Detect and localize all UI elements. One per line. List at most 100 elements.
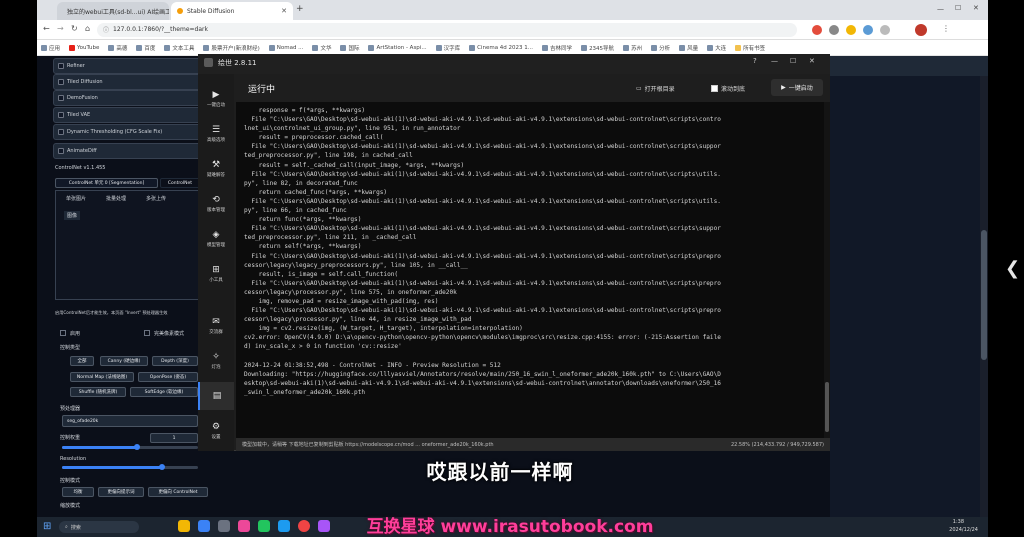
sidebar-item-launch[interactable]: ▶ 一键启动	[198, 85, 234, 113]
auto-scroll-checkbox[interactable]: 滚动到底	[711, 81, 745, 95]
sidebar-item-troubleshoot[interactable]: ⚒ 疑难解答	[198, 155, 234, 183]
close-icon[interactable]: ✕	[281, 7, 287, 15]
control-type-shuffle[interactable]: Shuffle (随机洗牌)	[70, 387, 126, 397]
console-output[interactable]: response = f(*args, **kwargs) File "C:\U…	[236, 102, 824, 438]
control-type-canny[interactable]: Canny (硬边缘)	[100, 356, 148, 366]
control-type-openpose[interactable]: OpenPose (姿态)	[138, 372, 198, 382]
resolution-slider[interactable]	[62, 464, 198, 470]
clock-date: 2024/12/24	[949, 527, 978, 533]
control-type-depth[interactable]: Depth (深度)	[152, 356, 198, 366]
demofusion-checkbox[interactable]: DemoFusion	[53, 90, 201, 106]
console-line: File "C:\Users\GAO\Desktop\sd-webui-aki(…	[244, 225, 721, 233]
taskbar-app-icon[interactable]	[278, 520, 290, 532]
home-icon[interactable]: ⌂	[85, 24, 90, 33]
reload-icon[interactable]: ↻	[71, 24, 78, 33]
sidebar-item-settings[interactable]: ⚙ 设置	[198, 417, 234, 445]
bookmark-item[interactable]: 百度	[136, 44, 155, 52]
tab-batch[interactable]: 批量处理	[106, 195, 126, 202]
avatar[interactable]	[915, 24, 927, 36]
menu-icon[interactable]: ⋮	[942, 24, 950, 33]
taskbar-search[interactable]: ⌕ 搜索	[59, 521, 139, 533]
bookmark-item[interactable]: YouTube	[69, 44, 99, 51]
taskbar-app-icon[interactable]	[318, 520, 330, 532]
bookmark-item[interactable]: 所有书签	[735, 44, 765, 52]
sidebar-item-models[interactable]: ◈ 模型管理	[198, 225, 234, 253]
window-minimize-icon[interactable]: —	[937, 5, 944, 13]
taskbar-app-icon[interactable]	[298, 520, 310, 532]
launch-button[interactable]: ▶ 一键启动	[771, 79, 823, 96]
bookmark-item[interactable]: 大连	[707, 44, 726, 52]
bookmark-item[interactable]: ArtStation - Aspi...	[368, 44, 427, 51]
enable-checkbox[interactable]	[60, 330, 66, 336]
sidebar-item-tools[interactable]: ⊞ 小工具	[198, 260, 234, 288]
sidebar-item-console[interactable]: ▤	[198, 382, 234, 410]
control-type-softedge[interactable]: SoftEdge (软边缘)	[130, 387, 198, 397]
sidebar-item-version[interactable]: ⟲ 版本管理	[198, 190, 234, 218]
browser-tab-1[interactable]: 独立的webui工具(sd-bl...ui) AI绘画工... ✕	[57, 2, 169, 20]
bookmark-item[interactable]: 分析	[651, 44, 670, 52]
bookmark-item[interactable]: 2345导航	[581, 44, 614, 52]
control-type-all[interactable]: 全部	[70, 356, 94, 366]
taskbar-app-icon[interactable]	[178, 520, 190, 532]
console-line: img, remove_pad = resize_image_with_pad(…	[244, 297, 439, 305]
page-scrollbar-thumb[interactable]	[981, 230, 987, 360]
window-close-icon[interactable]: ✕	[973, 4, 979, 12]
control-weight-slider[interactable]	[62, 444, 198, 450]
back-arrow-icon[interactable]: ←	[43, 24, 50, 33]
extension-icon[interactable]	[846, 25, 856, 35]
close-icon[interactable]: ✕	[809, 57, 815, 65]
open-folder-button[interactable]: ▭ 打开根目录	[636, 81, 675, 95]
preprocessor-select[interactable]: seg_ofade20k	[62, 415, 198, 427]
control-mode-balanced[interactable]: 均衡	[62, 487, 94, 497]
controlnet-unit-tab[interactable]: ControlNet 单元 0 [Segmentation]	[55, 178, 158, 188]
taskbar-app-icon[interactable]	[198, 520, 210, 532]
tiled-vae-checkbox[interactable]: Tiled VAE	[53, 107, 201, 123]
tab-single-image[interactable]: 单张图片	[66, 195, 86, 202]
resize-mode-label: 缩放模式	[60, 503, 81, 509]
console-scrollbar[interactable]	[824, 102, 830, 438]
bookmark-item[interactable]: 高德	[108, 44, 127, 52]
sidebar-item-community[interactable]: ✉ 交流群	[198, 312, 234, 340]
tiled-diffusion-checkbox[interactable]: Tiled Diffusion	[53, 74, 201, 90]
window-maximize-icon[interactable]: ☐	[955, 4, 961, 12]
bookmark-item[interactable]: 吉林同学	[542, 44, 572, 52]
control-weight-input[interactable]: 1	[150, 433, 198, 443]
sidebar-item-bulb[interactable]: ✧ 灯泡	[198, 347, 234, 375]
maximize-icon[interactable]: ☐	[790, 57, 796, 65]
perfect-pixel-checkbox[interactable]	[144, 330, 150, 336]
control-type-normal[interactable]: Normal Map (法线贴图)	[70, 372, 134, 382]
windows-start-icon[interactable]: ⊞	[43, 521, 51, 532]
taskbar-app-icon[interactable]	[218, 520, 230, 532]
control-mode-prompt[interactable]: 更偏向提示词	[98, 487, 144, 497]
bookmark-item[interactable]: 文本工具	[164, 44, 194, 52]
extension-icon[interactable]	[863, 25, 873, 35]
bookmark-item[interactable]: Nomad ...	[268, 44, 303, 51]
control-mode-controlnet[interactable]: 更偏向 ControlNet	[148, 487, 208, 497]
bookmark-item[interactable]: 苏州	[623, 44, 642, 52]
bookmark-item[interactable]: 文华	[312, 44, 331, 52]
bookmark-item[interactable]: 国际	[340, 44, 359, 52]
extension-icon[interactable]	[880, 25, 890, 35]
bookmark-item[interactable]: 风量	[679, 44, 698, 52]
bookmark-item[interactable]: 汉字库	[435, 44, 460, 52]
taskbar-app-icon[interactable]	[258, 520, 270, 532]
new-tab-button[interactable]: +	[296, 4, 304, 14]
browser-tab-2[interactable]: Stable Diffusion ✕	[171, 2, 293, 20]
refiner-checkbox[interactable]: Refiner	[53, 58, 201, 74]
address-bar[interactable]: ⓘ 127.0.0.1:7860/?__theme=dark	[97, 23, 797, 37]
animatediff-checkbox[interactable]: AnimateDiff	[53, 143, 201, 159]
dynamic-thresholding-checkbox[interactable]: Dynamic Thresholding (CFG Scale Fix)	[53, 124, 201, 140]
help-icon[interactable]: ?	[753, 57, 757, 65]
controlnet-unit-tab-2[interactable]: ControlNet	[160, 178, 200, 188]
forward-arrow-icon[interactable]: →	[57, 24, 64, 33]
extension-icon[interactable]	[829, 25, 839, 35]
extension-icon[interactable]	[812, 25, 822, 35]
tab-multi-upload[interactable]: 多张上传	[146, 195, 166, 202]
bookmark-item[interactable]: Cinema 4d 2023 1...	[469, 44, 533, 51]
minimize-icon[interactable]: —	[771, 57, 778, 65]
bookmark-item[interactable]: 应用	[41, 44, 60, 52]
taskbar-app-icon[interactable]	[238, 520, 250, 532]
chevron-left-icon[interactable]: ❮	[1005, 258, 1020, 279]
sidebar-item-advanced[interactable]: ☰ 高级选项	[198, 120, 234, 148]
bookmark-item[interactable]: 股票开户(新浪财经)	[203, 44, 260, 52]
